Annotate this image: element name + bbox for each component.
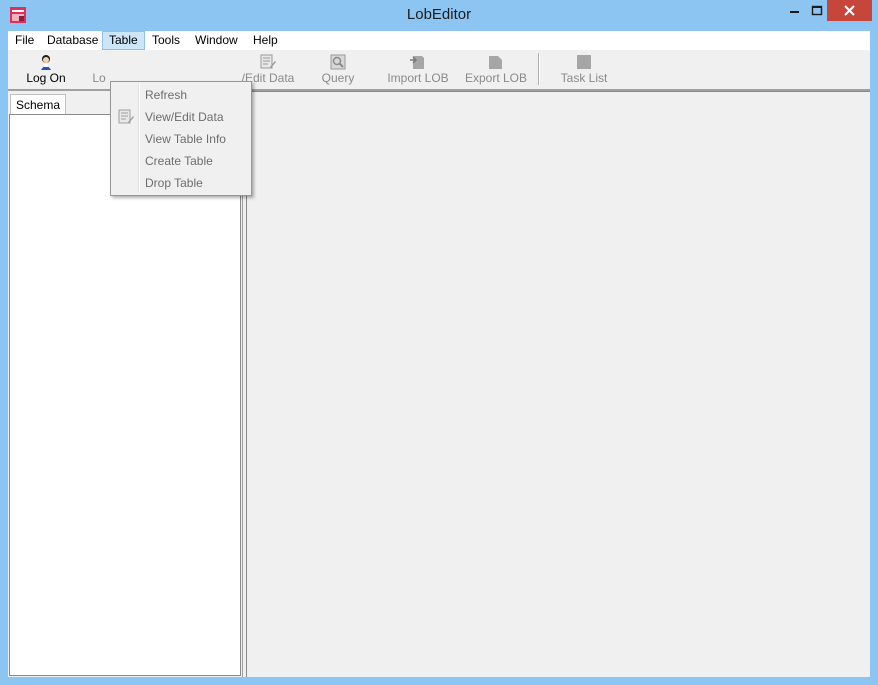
query-icon <box>330 54 346 70</box>
title-bar[interactable]: LobEditor <box>0 0 878 31</box>
minimize-button[interactable] <box>781 0 808 21</box>
menu-item-view-table-info[interactable]: View Table Info <box>113 128 249 150</box>
close-icon <box>844 5 855 16</box>
user-icon <box>41 55 51 70</box>
menu-item-refresh[interactable]: Refresh <box>113 84 249 106</box>
export-lob-label: Export LOB <box>464 71 528 85</box>
menu-item-view-edit-data[interactable]: View/Edit Data <box>113 106 249 128</box>
query-label: Query <box>321 71 355 85</box>
menu-help[interactable]: Help <box>247 31 284 50</box>
task-list-button[interactable]: Task List <box>556 50 612 89</box>
app-window: LobEditor File Database Table Tools Wind… <box>0 0 878 685</box>
menu-item-create-table[interactable]: Create Table <box>113 150 249 172</box>
client-area: File Database Table Tools Window Help Lo… <box>8 31 870 677</box>
menu-item-label: View/Edit Data <box>145 110 224 124</box>
edit-data-icon <box>260 54 276 69</box>
menu-tools[interactable]: Tools <box>146 31 186 50</box>
import-lob-button[interactable]: Import LOB <box>386 50 450 89</box>
toolbar-separator <box>538 53 540 85</box>
menu-table[interactable]: Table <box>102 31 145 50</box>
tab-schema[interactable]: Schema <box>10 94 66 114</box>
export-icon <box>489 56 502 69</box>
menu-item-label: View Table Info <box>145 132 226 146</box>
menu-item-label: Drop Table <box>145 176 203 190</box>
mdi-workspace <box>246 91 870 677</box>
task-list-icon <box>577 55 591 69</box>
task-list-label: Task List <box>560 71 608 85</box>
maximize-button[interactable] <box>808 0 827 21</box>
import-icon <box>410 56 424 69</box>
close-button[interactable] <box>827 0 872 21</box>
table-menu-dropdown: Refresh View/Edit Data View Table Info C… <box>110 81 252 196</box>
log-on-label: Log On <box>26 71 66 85</box>
minimize-icon <box>790 11 799 13</box>
export-lob-button[interactable]: Export LOB <box>464 50 528 89</box>
log-on-button[interactable]: Log On <box>20 50 72 89</box>
window-title: LobEditor <box>406 6 472 23</box>
menu-bar: File Database Table Tools Window Help <box>8 31 870 50</box>
menu-item-label: Create Table <box>145 154 213 168</box>
menu-window[interactable]: Window <box>189 31 244 50</box>
menu-file[interactable]: File <box>9 31 40 50</box>
edit-data-icon <box>118 109 134 124</box>
import-lob-label: Import LOB <box>387 71 449 85</box>
menu-database[interactable]: Database <box>41 31 104 50</box>
schema-tree[interactable] <box>9 114 241 676</box>
menu-item-label: Refresh <box>145 88 188 102</box>
maximize-icon <box>811 5 823 16</box>
menu-item-drop-table[interactable]: Drop Table <box>113 172 249 194</box>
query-button[interactable]: Query <box>314 50 362 89</box>
